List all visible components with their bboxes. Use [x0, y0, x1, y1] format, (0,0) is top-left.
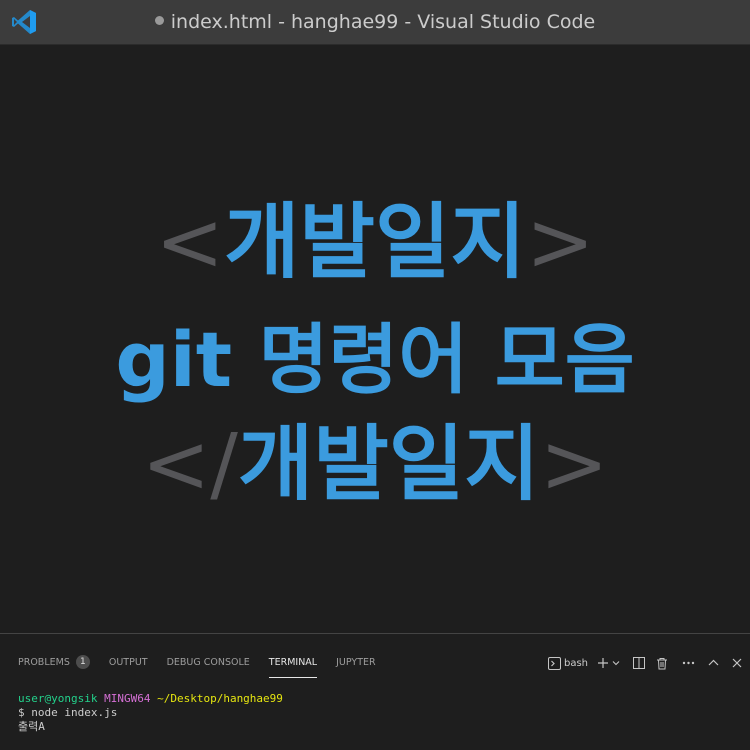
tab-jupyter-label: JUPYTER	[336, 657, 376, 668]
banner-line-title: git 명령어 모음	[0, 315, 750, 405]
terminal-output-line: 출력A	[18, 720, 45, 733]
tab-problems-label: PROBLEMS	[18, 657, 70, 668]
close-bracket: >	[525, 195, 595, 290]
open-slash-bracket: </	[141, 417, 238, 512]
tab-jupyter[interactable]: JUPYTER	[336, 652, 375, 674]
close-icon[interactable]	[732, 652, 742, 674]
banner-title-text: git 명령어 모음	[115, 315, 635, 404]
open-bracket: <	[155, 195, 225, 290]
terminal-scrollbar[interactable]	[742, 634, 750, 750]
banner-line-open-tag: <개발일지>	[0, 195, 750, 291]
trash-icon[interactable]	[656, 652, 668, 674]
banner-devlog-text-close: 개발일지	[237, 417, 540, 512]
prompt-host: MINGW64	[104, 692, 151, 705]
window-title: index.html - hanghae99 - Visual Studio C…	[0, 0, 750, 45]
terminal-command-line: $ node index.js	[18, 706, 118, 719]
terminal-output[interactable]: user@yongsik MINGW64 ~/Desktop/hanghae99…	[18, 692, 283, 734]
tab-terminal[interactable]: TERMINAL	[268, 652, 318, 678]
terminal-selector[interactable]: bash	[547, 652, 588, 674]
problems-count-badge: 1	[75, 654, 90, 669]
tab-output[interactable]: OUTPUT	[109, 652, 148, 674]
panel-tabs: PROBLEMS 1 OUTPUT DEBUG CONSOLE TERMINAL …	[18, 652, 395, 678]
vscode-window: index.html - hanghae99 - Visual Studio C…	[0, 0, 750, 750]
plus-icon[interactable]	[597, 652, 609, 674]
prompt-path: ~/Desktop/hanghae99	[157, 692, 283, 705]
chevron-up-icon[interactable]	[708, 652, 719, 674]
banner-devlog-text: 개발일지	[224, 195, 526, 290]
banner-line-close-tag: </개발일지>	[0, 417, 750, 513]
tab-problems[interactable]: PROBLEMS 1	[18, 652, 90, 674]
tab-output-label: OUTPUT	[108, 657, 148, 668]
editor-area[interactable]: <개발일지> git 명령어 모음 </개발일지>	[0, 45, 750, 633]
bottom-panel: PROBLEMS 1 OUTPUT DEBUG CONSOLE TERMINAL …	[0, 633, 750, 750]
close-bracket-end: >	[539, 417, 609, 512]
panel-actions: bash	[539, 652, 742, 674]
dirty-dot-icon	[154, 16, 164, 25]
chevron-down-icon[interactable]	[612, 652, 620, 674]
window-title-text: index.html - hanghae99 - Visual Studio C…	[170, 11, 596, 33]
tab-debug-console-label: DEBUG CONSOLE	[166, 657, 250, 668]
terminal-name: bash	[563, 657, 588, 669]
prompt-user: user@yongsik	[18, 692, 98, 705]
tab-terminal-label: TERMINAL	[268, 657, 318, 668]
tab-debug-console[interactable]: DEBUG CONSOLE	[167, 652, 250, 674]
more-icon[interactable]	[682, 652, 695, 674]
split-icon[interactable]	[633, 652, 645, 674]
title-bar: index.html - hanghae99 - Visual Studio C…	[0, 0, 750, 45]
terminal-icon	[547, 656, 561, 670]
terminal-prompt-line: user@yongsik MINGW64 ~/Desktop/hanghae99	[18, 692, 283, 706]
